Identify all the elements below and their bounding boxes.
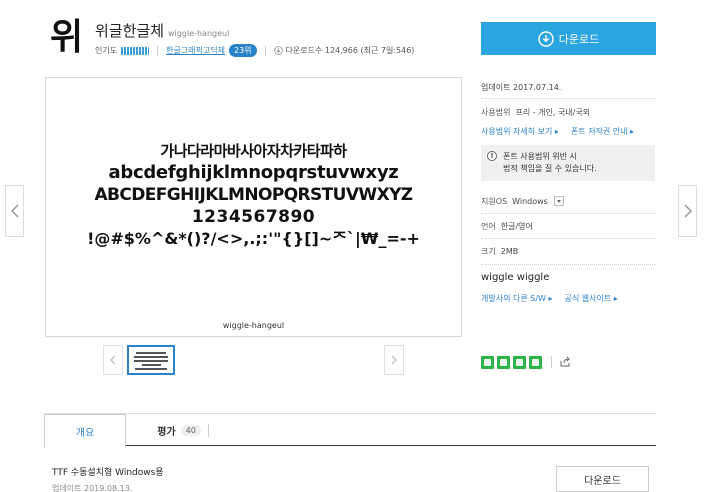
svg-text:위: 위	[50, 17, 83, 56]
usage-row: 사용범위 프리 - 개인, 국내/국외 사용범위 자세히 보기 ▸ 폰트 저작권 …	[481, 103, 655, 197]
font-name: 위글한글체	[95, 22, 165, 40]
font-preview: 가나다라마바사아자차카타파하 abcdefghijklmnopqrstuvwxy…	[45, 77, 462, 337]
language-value: 한글/영어	[500, 221, 533, 231]
maker-name: wiggle wiggle	[481, 272, 550, 283]
tab-review[interactable]: 평가 40	[144, 414, 214, 447]
usage-detail-link[interactable]: 사용범위 자세히 보기 ▸	[481, 126, 559, 137]
license-free-icon	[481, 355, 494, 369]
notice-line-1: 폰트 사용범위 위반 시	[503, 152, 577, 161]
os-row: 지원OS Windows	[481, 189, 655, 214]
download-count-text: 다운로드수 124,966 (최근 7일:546)	[285, 46, 415, 55]
rank-badge: 23위	[228, 44, 257, 57]
preview-line-lowercase: abcdefghijklmnopqrstuvwxyz	[108, 162, 399, 183]
font-logo: 위	[50, 17, 83, 56]
category-link[interactable]: 한글그래픽고딕체	[166, 45, 225, 56]
preview-line-numbers: 1234567890	[191, 207, 316, 227]
font-header: 위 위글한글체 wiggle-hangeul 인기도 한글그래픽고딕체 23위 다…	[50, 16, 470, 64]
exclamation-icon: !	[487, 151, 497, 161]
preview-line-symbols: !@#$%^&*()?/<>,.;:'"{}[]~ᄌ`|₩_=-+	[87, 229, 420, 248]
usage-text: 사용범위 프리 - 개인, 국내/국외	[481, 107, 655, 118]
usage-links: 사용범위 자세히 보기 ▸ 폰트 저작권 안내 ▸	[481, 126, 655, 137]
chevron-left-icon	[10, 204, 19, 218]
os-dropdown[interactable]	[553, 196, 564, 206]
chevron-right-icon	[391, 355, 397, 365]
preview-lines: 가나다라마바사아자차카타파하 abcdefghijklmnopqrstuvwxy…	[46, 140, 461, 250]
usage-notice: ! 폰트 사용범위 위반 시 법적 책임을 질 수 있습니다.	[481, 145, 655, 181]
divider	[157, 45, 159, 56]
size-row: 크기 2MB	[481, 239, 655, 265]
language-row: 언어 한글/영어	[481, 214, 655, 239]
divider	[208, 424, 209, 437]
preview-caption: wiggle-hangeul	[222, 321, 285, 330]
download-count: 다운로드수 124,966 (최근 7일:546)	[273, 45, 415, 56]
file-download-button[interactable]: 다운로드	[556, 466, 649, 492]
preview-line-uppercase: ABCDEFGHIJKLMNOPQRSTUVWXYZ	[94, 185, 413, 205]
language-label: 언어	[481, 221, 496, 231]
thumbnail-prev-button[interactable]	[103, 345, 123, 375]
size-value: 2MB	[500, 247, 519, 256]
font-meta: 인기도 한글그래픽고딕체 23위 다운로드수 124,966 (최근 7일:54…	[95, 44, 414, 57]
preview-line-korean: 가나다라마바사아자차카타파하	[160, 142, 347, 160]
tab-review-label: 평가	[157, 427, 176, 438]
maker-website-link[interactable]: 공식 웹사이트 ▸	[565, 293, 618, 304]
next-page-arrow[interactable]	[678, 185, 697, 237]
chevron-left-icon	[110, 355, 116, 365]
file-title: TTF 수동설치형 Windows용	[52, 468, 164, 478]
os-label: 지원OS	[481, 196, 508, 206]
tab-overview-label: 개요	[75, 428, 95, 439]
update-row: 업데이트 2017.07.14.	[481, 77, 655, 99]
download-small-icon	[273, 46, 283, 55]
tab-overview[interactable]: 개요	[44, 414, 126, 448]
copyright-link[interactable]: 폰트 저작권 안내 ▸	[571, 126, 634, 137]
license-icons	[481, 355, 571, 369]
font-name-en: wiggle-hangeul	[168, 29, 230, 38]
review-count-badge: 40	[180, 425, 201, 436]
license-commercial-icon	[497, 355, 510, 369]
popularity-label: 인기도	[95, 46, 118, 55]
usage-value: 프리 - 개인, 국내/국외	[515, 108, 591, 117]
download-circle-icon	[538, 30, 554, 47]
maker-other-software-link[interactable]: 개발사의 다른 S/W ▸	[481, 293, 553, 304]
divider	[551, 356, 552, 368]
share-icon[interactable]	[559, 353, 571, 372]
thumbnail-strip	[103, 345, 405, 375]
download-button[interactable]: 다운로드	[481, 22, 656, 55]
license-star-icon	[513, 355, 526, 369]
license-embed-icon	[529, 355, 542, 369]
os-value: Windows	[512, 196, 548, 206]
maker-links: 개발사의 다른 S/W ▸ 공식 웹사이트 ▸	[481, 293, 618, 304]
prev-page-arrow[interactable]	[5, 185, 24, 237]
thumbnail-next-button[interactable]	[384, 345, 404, 375]
notice-line-2: 법적 책임을 질 수 있습니다.	[503, 164, 597, 173]
divider	[264, 45, 266, 56]
download-button-label: 다운로드	[558, 32, 600, 46]
usage-label: 사용범위	[481, 108, 511, 117]
font-title: 위글한글체 wiggle-hangeul	[95, 20, 229, 41]
size-label: 크기	[481, 247, 496, 256]
file-update-date: 업데이트 2019.08.13.	[52, 484, 133, 492]
chevron-right-icon	[683, 204, 692, 218]
thumbnail-item[interactable]	[127, 345, 175, 375]
detail-tabs: 개요 평가 40	[44, 413, 656, 448]
popularity-bar	[121, 46, 150, 55]
